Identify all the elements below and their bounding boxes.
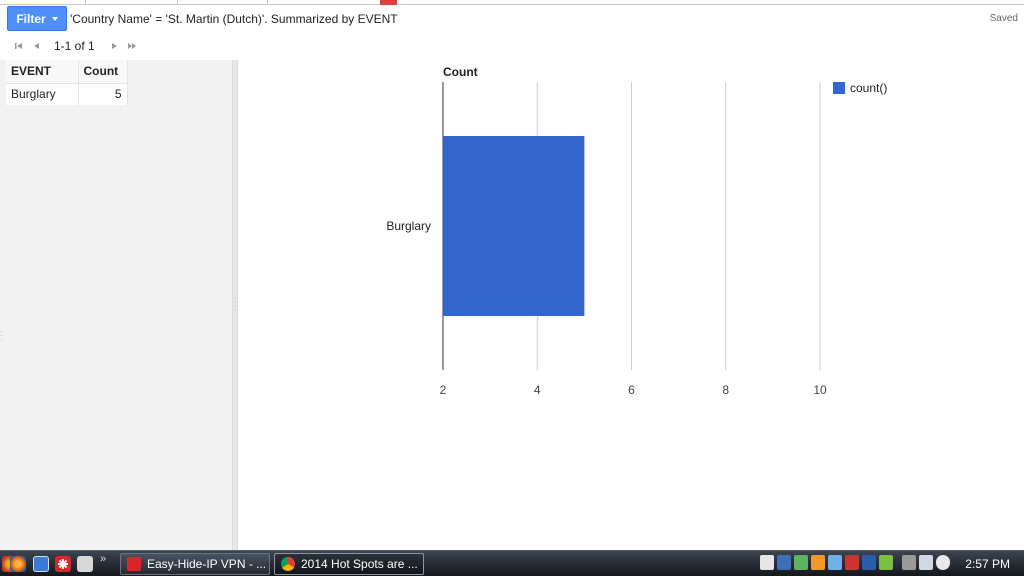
chevron-down-icon [51, 16, 58, 21]
column-header-count[interactable]: Count [78, 60, 128, 84]
task-label: 2014 Hot Spots are ... [301, 557, 418, 571]
chart-title: Count [443, 65, 478, 79]
category-label: Burglary [386, 219, 431, 233]
task-easy-hide-ip[interactable]: Easy-Hide-IP VPN - ... [120, 553, 270, 575]
pager: 1-1 of 1 [10, 38, 141, 54]
windows-taskbar: » Easy-Hide-IP VPN - ... 2014 Hot Spots … [0, 550, 1024, 576]
chart-area: Count 2 4 6 8 10 Burglary count() [238, 60, 1024, 550]
filter-description: 'Country Name' = 'St. Martin (Dutch)'. S… [70, 12, 398, 26]
task-label: Easy-Hide-IP VPN - ... [147, 557, 267, 571]
tray-battery-icon[interactable] [902, 555, 916, 570]
next-page-icon[interactable] [105, 38, 123, 54]
tray-bluetooth-icon[interactable] [862, 555, 876, 570]
panel-drag-handle-icon[interactable]: · · · [0, 328, 3, 344]
chrome-icon [281, 557, 295, 571]
last-page-icon[interactable] [123, 38, 141, 54]
save-status: Saved [989, 13, 1018, 24]
x-tick-label: 6 [628, 383, 635, 397]
quick-launch-overflow-icon[interactable]: » [100, 553, 106, 565]
tray-display-icon[interactable] [919, 555, 933, 570]
fusion-tables-window: Filter 'Country Name' = 'St. Martin (Dut… [0, 0, 1024, 576]
bar-chart: Count 2 4 6 8 10 Burglary count() [386, 65, 887, 397]
x-tick-label: 4 [534, 383, 541, 397]
tray-sync-icon[interactable] [760, 555, 774, 570]
asterisk-app-icon[interactable] [55, 556, 71, 572]
summary-table: EVENT Count Burglary 5 [6, 60, 128, 105]
x-tick-label: 10 [813, 383, 827, 397]
x-tick-label: 2 [440, 383, 447, 397]
notepad-icon[interactable] [77, 556, 93, 572]
column-header-event[interactable]: EVENT [6, 60, 79, 84]
tray-app-icon[interactable] [794, 555, 808, 570]
tray-alert-icon[interactable] [845, 555, 859, 570]
filter-toolbar: Filter 'Country Name' = 'St. Martin (Dut… [0, 5, 1024, 32]
bar-burglary[interactable] [443, 136, 585, 316]
vpn-app-icon [127, 557, 141, 571]
splitter-grip-icon: · · · · [234, 293, 237, 314]
taskbar-clock[interactable]: 2:57 PM [965, 557, 1010, 571]
summary-table-panel: EVENT Count Burglary 5 · · · [0, 60, 232, 550]
system-tray [760, 555, 950, 570]
table-row[interactable]: Burglary 5 [6, 83, 128, 105]
legend-label: count() [850, 81, 887, 95]
cell-count: 5 [78, 83, 128, 105]
table-header-row: EVENT Count [6, 60, 128, 84]
tray-network-icon[interactable] [777, 555, 791, 570]
task-hot-spots[interactable]: 2014 Hot Spots are ... [274, 553, 424, 575]
show-desktop-icon[interactable] [33, 556, 49, 572]
filter-button-label: Filter [16, 11, 46, 26]
tray-folder-icon[interactable] [811, 555, 825, 570]
first-page-icon[interactable] [10, 38, 28, 54]
cell-event: Burglary [6, 83, 79, 105]
tray-wifi-icon[interactable] [828, 555, 842, 570]
legend-swatch[interactable] [833, 82, 845, 94]
prev-page-icon[interactable] [28, 38, 46, 54]
pager-range: 1-1 of 1 [54, 39, 95, 53]
filter-button[interactable]: Filter [7, 6, 67, 31]
tray-security-icon[interactable] [879, 555, 893, 570]
x-tick-label: 8 [722, 383, 729, 397]
firefox-icon[interactable] [10, 556, 26, 572]
speaker-icon[interactable] [936, 555, 950, 570]
